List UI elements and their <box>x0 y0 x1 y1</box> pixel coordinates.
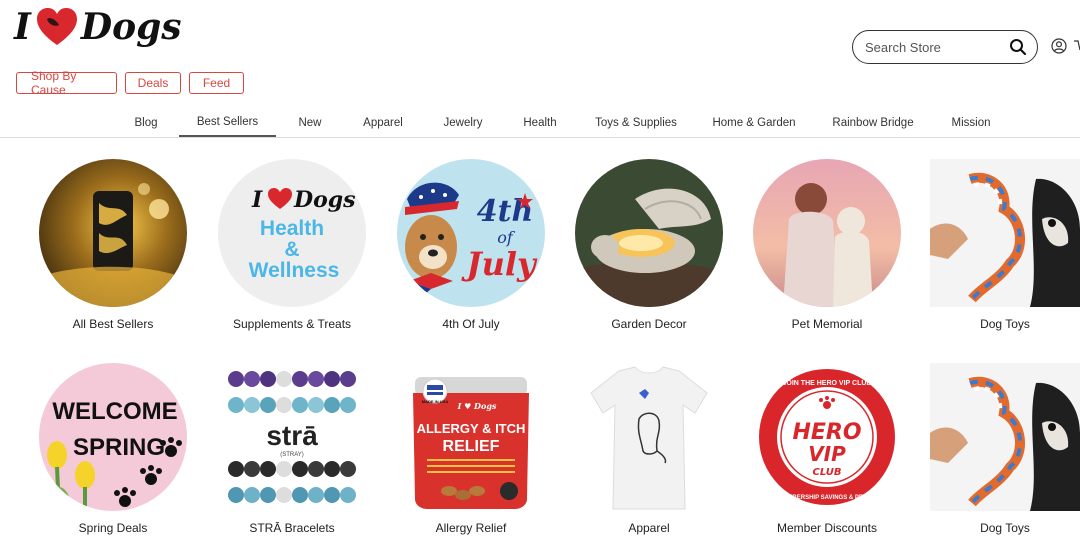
graphic-welcome: WELCOME <box>52 398 177 425</box>
logo-i: I <box>14 6 31 48</box>
category-image: JOIN THE HERO VIP CLUB MEMBERSHIP SAVING… <box>753 363 901 511</box>
category-label: 4th Of July <box>442 317 500 331</box>
deals-button[interactable]: Deals <box>125 72 181 94</box>
nav-item-health[interactable]: Health <box>514 108 566 137</box>
dog-rope-toy-photo <box>930 363 1080 511</box>
category-label: Pet Memorial <box>791 317 863 331</box>
nav-item-apparel[interactable]: Apparel <box>356 108 410 137</box>
category-label: Supplements & Treats <box>232 317 352 331</box>
nav-item-rainbow-bridge[interactable]: Rainbow Bridge <box>828 108 918 137</box>
dog-rope-toy-photo <box>930 159 1080 307</box>
hero-vip-club-badge: JOIN THE HERO VIP CLUB MEMBERSHIP SAVING… <box>759 369 895 505</box>
july-4th-graphic: 4th of July <box>405 182 538 299</box>
graphic-july: July <box>460 245 538 283</box>
bead-row-turquoise <box>228 397 356 413</box>
category-label: All Best Sellers <box>72 317 154 331</box>
cart-icon[interactable] <box>1074 38 1080 54</box>
graphic-amp: & <box>284 238 299 261</box>
category-image: MADE IN USA I ♥ Dogs ALLERGY & ITCH RELI… <box>397 363 545 511</box>
category-label: Garden Decor <box>611 317 687 331</box>
bead-row-onyx <box>228 461 356 477</box>
nav-item-new[interactable]: New <box>290 108 330 137</box>
graphic-brand-i: I <box>251 187 263 213</box>
graphic-ring-top: JOIN THE HERO VIP CLUB <box>783 380 872 387</box>
logo-dogs: Dogs <box>80 6 182 48</box>
site-logo[interactable]: I Dogs <box>14 2 182 52</box>
graphic-club: CLUB <box>813 467 842 478</box>
graphic-relief: RELIEF <box>443 438 500 455</box>
heart-icon <box>36 8 77 45</box>
quick-links: Shop By Cause Deals Feed <box>16 69 244 97</box>
category-image <box>930 159 1080 307</box>
category-card-supplements-treats[interactable]: I Dogs Health & Wellness Supplements & T… <box>217 159 367 331</box>
graphic-product-brand: I ♥ Dogs <box>457 401 497 411</box>
graphic-health: Health <box>260 217 324 240</box>
category-card-member-discounts[interactable]: JOIN THE HERO VIP CLUB MEMBERSHIP SAVING… <box>752 363 902 535</box>
graphic-ring-bottom: MEMBERSHIP SAVINGS & PERKS <box>778 495 875 501</box>
main-nav: Blog Best Sellers New Apparel Jewelry He… <box>0 108 1080 138</box>
category-card-allergy-relief[interactable]: MADE IN USA I ♥ Dogs ALLERGY & ITCH RELI… <box>396 363 546 535</box>
search-icon[interactable] <box>1009 38 1027 56</box>
category-card-4th-of-july[interactable]: 4th of July 4th Of July <box>396 159 546 331</box>
graphic-stra: strā <box>266 420 318 451</box>
nav-item-best-sellers[interactable]: Best Sellers <box>179 108 276 137</box>
category-card-garden-decor[interactable]: Garden Decor <box>574 159 724 331</box>
nav-item-home-garden[interactable]: Home & Garden <box>708 108 800 137</box>
category-label: Apparel <box>628 521 670 535</box>
category-label: Allergy Relief <box>435 521 507 535</box>
category-card-dog-toys-2[interactable]: Dog Toys <box>930 363 1080 535</box>
category-card-apparel[interactable]: Apparel <box>574 363 724 535</box>
category-image <box>930 363 1080 511</box>
category-image <box>39 159 187 307</box>
category-card-all-best-sellers[interactable]: All Best Sellers <box>38 159 188 331</box>
dog-tshirt-photo <box>590 366 708 510</box>
category-image: I Dogs Health & Wellness <box>218 159 366 307</box>
graphic-spring: SPRING <box>73 434 165 461</box>
bead-row-amethyst <box>228 371 356 387</box>
category-image <box>575 159 723 307</box>
graphic-allergy-itch: ALLERGY & ITCH <box>417 421 526 436</box>
graphic-brand: Dogs <box>293 187 356 213</box>
allergy-relief-product-photo: MADE IN USA I ♥ Dogs ALLERGY & ITCH RELI… <box>413 377 529 509</box>
shop-by-cause-button[interactable]: Shop By Cause <box>16 69 117 97</box>
search-input[interactable] <box>865 39 1005 55</box>
nav-item-blog[interactable]: Blog <box>126 108 166 137</box>
lantern-photo <box>39 159 187 307</box>
category-label: STRĀ Bracelets <box>249 521 335 535</box>
bead-row-blue <box>228 487 356 503</box>
graphic-wellness: Wellness <box>249 259 340 282</box>
category-card-dog-toys[interactable]: Dog Toys <box>930 159 1080 331</box>
account-icon[interactable] <box>1051 38 1067 54</box>
category-card-spring-deals[interactable]: WELCOME SPRING Spring Deals <box>38 363 188 535</box>
welcome-spring-graphic: WELCOME SPRING <box>47 398 182 511</box>
category-image <box>753 159 901 307</box>
stra-bracelets-photo: strā (STRAY) <box>228 371 356 503</box>
category-label: Member Discounts <box>776 521 878 535</box>
nav-item-toys-supplies[interactable]: Toys & Supplies <box>592 108 680 137</box>
graphic-made-in-usa: MADE IN USA <box>422 399 449 404</box>
category-image <box>575 363 723 511</box>
category-label: Spring Deals <box>78 521 148 535</box>
category-image: WELCOME SPRING <box>39 363 187 511</box>
graphic-stray: (STRAY) <box>280 452 304 458</box>
health-wellness-graphic: I Dogs Health & Wellness <box>249 187 356 282</box>
category-label: Dog Toys <box>980 317 1030 331</box>
angel-dog-statue-photo <box>575 159 723 307</box>
nav-item-jewelry[interactable]: Jewelry <box>436 108 490 137</box>
category-card-stra-bracelets[interactable]: strā (STRAY) STRĀ Bracelets <box>217 363 367 535</box>
category-image: strā (STRAY) <box>218 363 366 511</box>
sunset-woman-dog-photo <box>753 159 901 307</box>
graphic-vip: VIP <box>808 442 846 466</box>
category-card-pet-memorial[interactable]: Pet Memorial <box>752 159 902 331</box>
nav-item-mission[interactable]: Mission <box>946 108 996 137</box>
category-image: 4th of July <box>397 159 545 307</box>
feed-button[interactable]: Feed <box>189 72 244 94</box>
search-box[interactable] <box>852 30 1038 64</box>
category-label: Dog Toys <box>980 521 1030 535</box>
